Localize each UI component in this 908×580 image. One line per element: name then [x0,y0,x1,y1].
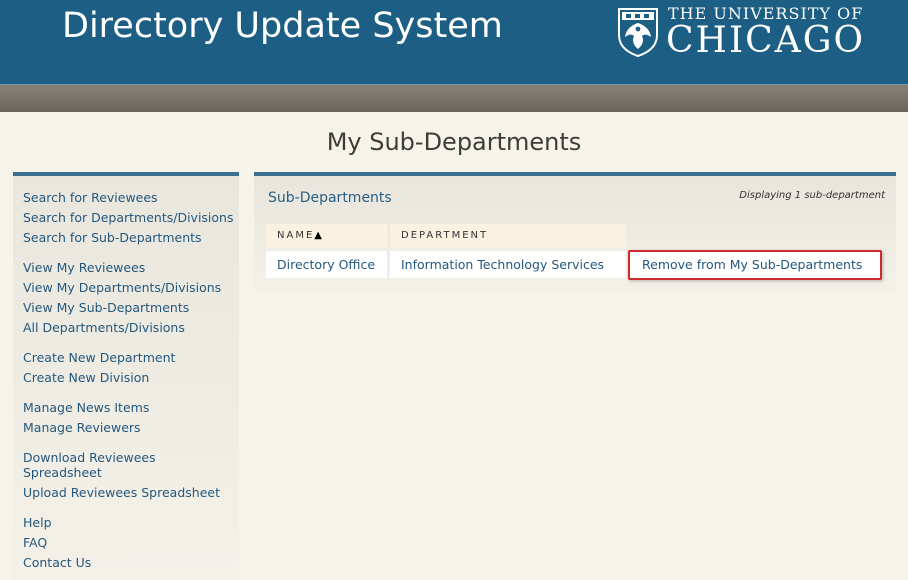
sidebar-item-search-departments[interactable]: Search for Departments/Divisions [23,210,233,225]
column-header-name-label: NAME [277,230,315,241]
sidebar-item-view-my-departments[interactable]: View My Departments/Divisions [23,280,221,295]
panel-title: Sub-Departments [268,190,392,206]
sidebar-item-upload-spreadsheet[interactable]: Upload Reviewees Spreadsheet [23,485,220,500]
page-title: My Sub-Departments [326,128,582,156]
app-title[interactable]: Directory Update System [62,6,503,46]
sidebar-item-manage-reviewers[interactable]: Manage Reviewers [23,420,141,435]
sidebar-item-download-spreadsheet[interactable]: Download Reviewees Spreadsheet [23,450,156,480]
sidebar-item-manage-news[interactable]: Manage News Items [23,400,149,415]
sidebar-item-create-division[interactable]: Create New Division [23,370,149,385]
remove-from-my-sub-departments-button[interactable]: Remove from My Sub-Departments [628,250,882,280]
sidebar-item-contact-us[interactable]: Contact Us [23,555,91,570]
site-header: Directory Update System THE UNIVERSITY O… [0,0,908,85]
sidebar-item-view-my-sub-departments[interactable]: View My Sub-Departments [23,300,189,315]
university-name-line2[interactable]: CHICAGO [666,20,865,61]
sidebar-nav: Search for Reviewees Search for Departme… [13,172,239,580]
sidebar-item-faq[interactable]: FAQ [23,535,47,550]
sidebar-item-create-department[interactable]: Create New Department [23,350,175,365]
column-header-department: DEPARTMENT [390,224,626,248]
sort-ascending-icon: ▲ [314,230,322,241]
sidebar-item-search-reviewees[interactable]: Search for Reviewees [23,190,158,205]
table-cell-name: Directory Office [266,251,387,278]
phoenix-shield-icon[interactable] [617,7,659,57]
sidebar-item-view-my-reviewees[interactable]: View My Reviewees [23,260,145,275]
sidebar-item-help[interactable]: Help [23,515,52,530]
sub-departments-panel: Sub-Departments Displaying 1 sub-departm… [254,172,896,294]
column-header-name[interactable]: NAME▲ [266,224,387,248]
table-cell-department: Information Technology Services [390,251,626,278]
result-count: Displaying 1 sub-department [739,190,885,201]
header-divider-band [0,85,908,112]
sidebar-item-search-sub-departments[interactable]: Search for Sub-Departments [23,230,202,245]
sidebar-item-all-departments[interactable]: All Departments/Divisions [23,320,185,335]
